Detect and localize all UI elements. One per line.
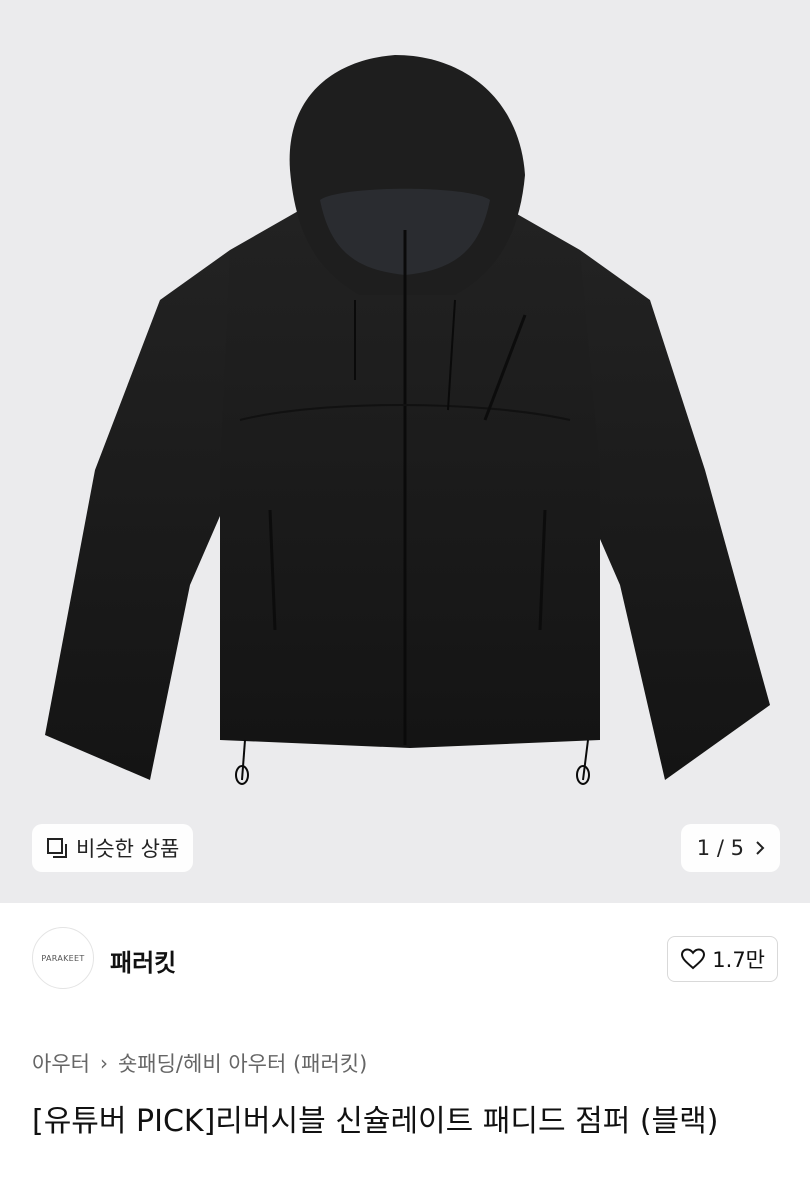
page-total: 5 [730,836,744,860]
similar-products-button[interactable]: 비슷한 상품 [32,824,194,872]
product-title: [유튜버 PICK]리버시블 신슐레이트 패디드 점퍼 (블랙) [32,1104,719,1139]
brand-logo-text: PARAKEET [41,953,85,963]
like-button[interactable]: 1.7만 [667,936,778,982]
image-page-indicator[interactable]: 1 / 5 [680,824,780,872]
similar-products-label: 비슷한 상품 [76,837,180,861]
chevron-right-icon[interactable] [754,839,766,857]
brand-name[interactable]: 패러킷 [110,943,176,978]
breadcrumb-subcategory[interactable]: 숏패딩/헤비 아우터 (패러킷) [118,1048,367,1078]
similar-products-icon [47,838,67,858]
breadcrumb-category[interactable]: 아우터 [32,1048,90,1078]
page-current: 1 [696,836,711,860]
breadcrumb: 아우터 › 숏패딩/헤비 아우터 (패러킷) [32,1048,367,1078]
like-count: 1.7만 [712,948,765,972]
brand-logo[interactable]: PARAKEET [32,927,94,989]
product-image [45,55,770,785]
page-separator: / [716,836,724,860]
chevron-right-icon: › [99,1051,108,1075]
heart-icon [681,948,706,970]
product-image-carousel[interactable]: 비슷한 상품 1 / 5 [0,0,810,903]
